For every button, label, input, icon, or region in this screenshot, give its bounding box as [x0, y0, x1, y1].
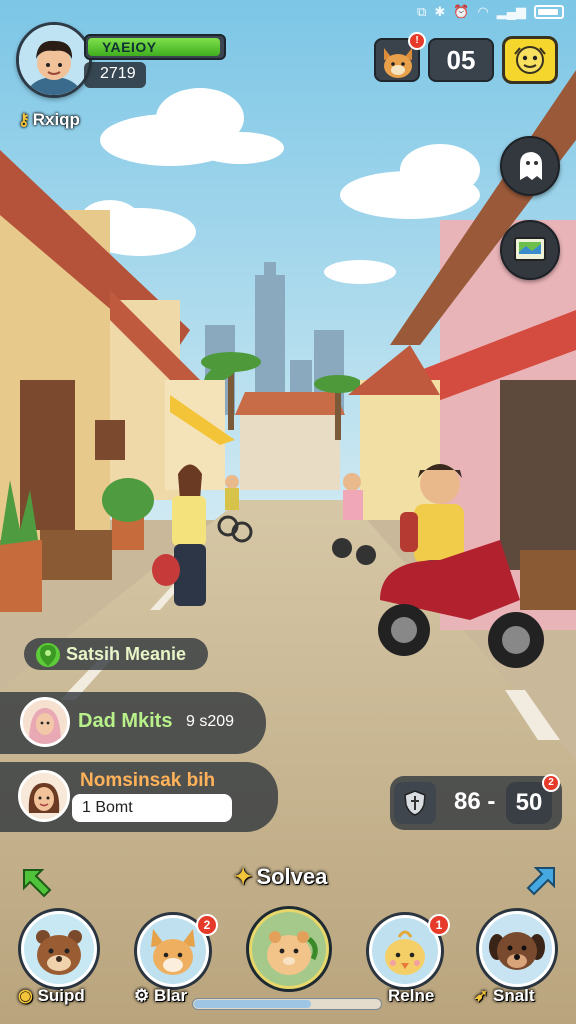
progress-bar	[192, 998, 382, 1010]
player-health-bar: YAEIOY	[84, 34, 226, 60]
character-label-2: ⚙ Blar	[134, 986, 187, 1006]
chat-message-1[interactable]: Dad Mkits 9 s209	[0, 692, 266, 754]
counter-display: 05	[428, 38, 494, 82]
chat-message-1-time: 9 s209	[186, 713, 235, 730]
dog-icon	[489, 932, 545, 970]
character-label-5-text: Snalt	[492, 986, 535, 1005]
forward-arrow-icon[interactable]	[524, 862, 560, 898]
player-avatar[interactable]	[16, 22, 92, 98]
otter-icon	[36, 930, 82, 975]
notification-icon: ⧉	[417, 4, 427, 19]
character-label-1: ◉ Suipd	[18, 986, 85, 1006]
character-slot-5[interactable]	[476, 908, 558, 990]
alarm-icon: ⏰	[453, 4, 470, 19]
chat-reply-field[interactable]: 1 Bomt	[72, 794, 232, 822]
coin-icon: ◉	[18, 986, 33, 1005]
chat-message-1-text: Dad Mkits	[78, 710, 173, 732]
ghost-icon	[520, 152, 542, 180]
player-sublabel: ⚷ Rxiqp	[18, 110, 80, 130]
character-label-1-text: Suipd	[37, 986, 85, 1005]
back-arrow-icon[interactable]	[18, 864, 54, 900]
character-4-badge: 1	[428, 914, 450, 936]
section-label: ✦ Solvea	[234, 864, 327, 890]
character-label-5: ➶ Snalt	[474, 986, 535, 1006]
chat-message-2[interactable]: Nomsinsak bih 1 Bomt	[0, 762, 278, 832]
location-pin-icon	[36, 643, 60, 667]
player-score: 2719	[84, 62, 146, 88]
chat-avatar-1	[20, 697, 70, 747]
sparkle-icon: ✦	[234, 864, 253, 889]
signal-icon: ▂▄▆	[496, 4, 526, 19]
pet-notification-badge: !	[408, 32, 426, 50]
key-icon: ⚷	[18, 112, 30, 129]
shield-shape	[404, 790, 426, 816]
bluetooth-icon: ✱	[434, 4, 446, 19]
character-slot-1[interactable]	[18, 908, 100, 990]
player-face-icon	[19, 25, 89, 95]
ratio-badge: 2	[542, 774, 560, 792]
wifi-icon: ◠	[477, 4, 489, 19]
mascot-icon	[514, 46, 546, 74]
hamster-icon	[267, 931, 318, 975]
section-label-text: Solvea	[256, 864, 328, 889]
horn-icon: ➶	[474, 986, 489, 1005]
ratio-left-value: 86 -	[454, 788, 496, 815]
woman-face-icon	[21, 773, 67, 819]
ghost-menu-button[interactable]	[500, 136, 560, 196]
location-name: Satsih Meanie	[66, 644, 187, 664]
character-2-badge: 2	[196, 914, 218, 936]
score-ratio-panel: 86 - 50	[390, 776, 562, 830]
hijab-woman-icon	[23, 700, 67, 744]
status-bar: ⧉ ✱ ⏰ ◠ ▂▄▆	[417, 4, 564, 20]
chat-avatar-2	[18, 770, 70, 822]
player-sublabel-text: Rxiqp	[32, 110, 80, 129]
character-label-2-text: Blar	[153, 986, 188, 1005]
tool-icon: ⚙	[134, 986, 150, 1005]
player-name: YAEIOY	[102, 39, 157, 55]
chat-message-2-title: Nomsinsak bih	[80, 770, 216, 791]
shield-icon[interactable]	[394, 782, 436, 824]
character-slot-3-selected[interactable]	[246, 906, 332, 992]
map-icon	[514, 237, 546, 261]
location-pill[interactable]: Satsih Meanie	[24, 638, 208, 670]
battery-icon	[534, 5, 564, 19]
character-label-4: Relne	[388, 986, 435, 1005]
map-button[interactable]	[500, 220, 560, 280]
progress-fill	[194, 1000, 311, 1008]
mascot-button[interactable]	[502, 36, 558, 84]
